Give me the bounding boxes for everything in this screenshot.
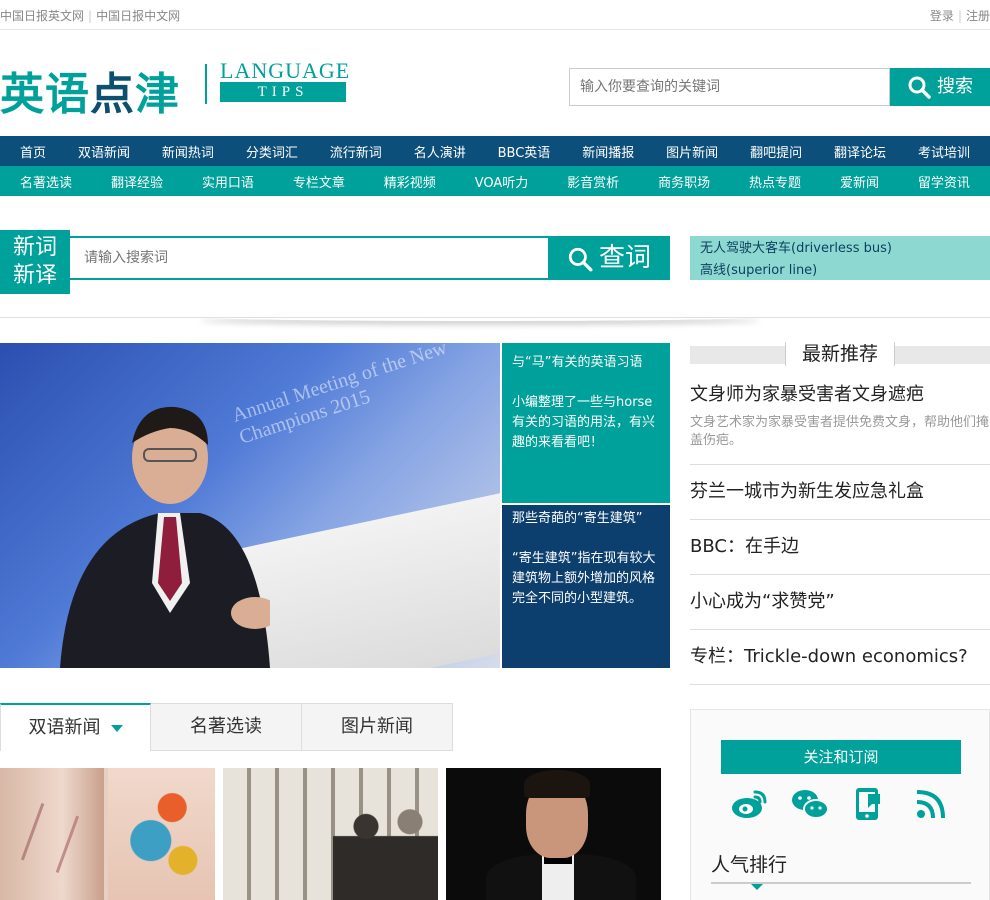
hero-image[interactable]: Annual Meeting of the New Champions 2015 [0, 343, 500, 668]
list-item: BBC：在手边 [690, 520, 990, 575]
primary-nav-item[interactable]: 翻译论坛 [834, 142, 886, 161]
secondary-nav-item[interactable]: 商务职场 [658, 172, 710, 191]
link-chinadaily-cn[interactable]: 中国日报中文网 [96, 9, 180, 23]
secondary-nav-item[interactable]: 专栏文章 [293, 172, 345, 191]
recommend-list: 文身师为家暴受害者文身遮疤 文身艺术家为家暴受害者提供免费文身，帮助他们掩盖伤疤… [690, 378, 990, 685]
rank-underline [711, 882, 971, 890]
feature-card-horse-idioms[interactable]: 与“马”有关的英语习语 小编整理了一些与horse有关的习语的用法，有兴趣的来看… [502, 343, 670, 503]
new-words-tag: 新词 新译 [0, 230, 70, 294]
chevron-down-icon [110, 724, 123, 732]
list-item: 芬兰一城市为新生发应急礼盒 [690, 465, 990, 520]
thumbnail-gallery[interactable] [223, 768, 438, 900]
recommend-link[interactable]: 小心成为“求赞党” [690, 591, 835, 612]
recommend-link[interactable]: 芬兰一城市为新生发应急礼盒 [690, 481, 924, 502]
hot-new-words: 无人驾驶大客车(driverless bus) 高线(superior line… [690, 236, 990, 280]
rss-icon[interactable] [911, 784, 951, 824]
feature-card-parasitic-architecture[interactable]: 那些奇葩的“寄生建筑” “寄生建筑”指在现有较大建筑物上额外增加的风格完全不同的… [502, 505, 670, 668]
hot-word-link[interactable]: 无人驾驶大客车(driverless bus) [700, 241, 892, 256]
primary-nav-item[interactable]: BBC英语 [498, 142, 551, 161]
search-icon [908, 76, 931, 99]
primary-nav: 首页 双语新闻 新闻热词 分类词汇 流行新词 名人演讲 BBC英语 新闻播报 图片新闻 翻吧提问 翻… [0, 136, 990, 166]
primary-nav-item[interactable]: 首页 [20, 142, 46, 161]
logo-divider [205, 64, 207, 104]
follow-subscribe-box: 关注和订阅 人气排行 [690, 709, 990, 900]
new-words-search: 查词 [70, 236, 670, 280]
primary-nav-item[interactable]: 分类词汇 [246, 142, 298, 161]
recommend-header: 最新推荐 [690, 342, 990, 366]
primary-nav-item[interactable]: 翻吧提问 [750, 142, 802, 161]
link-chinadaily-en[interactable]: 中国日报英文网 [0, 9, 84, 23]
secondary-nav-item[interactable]: 实用口语 [202, 172, 254, 191]
header-search-input[interactable] [569, 68, 890, 106]
recommend-title: 最新推荐 [785, 342, 895, 366]
secondary-nav-item[interactable]: VOA听力 [475, 172, 529, 191]
search-icon [568, 247, 593, 271]
secondary-nav-item[interactable]: 翻译经验 [111, 172, 163, 191]
primary-nav-item[interactable]: 流行新词 [330, 142, 382, 161]
list-item: 文身师为家暴受害者文身遮疤 文身艺术家为家暴受害者提供免费文身，帮助他们掩盖伤疤… [690, 378, 990, 465]
tab-classics-reading[interactable]: 名著选读 [151, 703, 302, 751]
primary-nav-item[interactable]: 图片新闻 [666, 142, 718, 161]
section-divider [0, 317, 990, 318]
card-title: 与“马”有关的英语习语 [512, 355, 643, 370]
secondary-nav-item[interactable]: 热点专题 [749, 172, 801, 191]
secondary-nav-item[interactable]: 留学资讯 [918, 172, 970, 191]
tab-photo-news[interactable]: 图片新闻 [302, 703, 453, 751]
social-icons [729, 784, 951, 824]
logo-en-line2: TIPS [220, 82, 346, 102]
thumbnail-bond[interactable] [446, 768, 661, 900]
primary-nav-item[interactable]: 新闻热词 [162, 142, 214, 161]
hot-word-link[interactable]: 高线(superior line) [700, 263, 817, 278]
content-tabs: 双语新闻 名著选读 图片新闻 [0, 703, 454, 751]
primary-nav-item[interactable]: 新闻播报 [582, 142, 634, 161]
recommend-link[interactable]: BBC：在手边 [690, 536, 799, 557]
list-item: 专栏：Trickle-down economics? [690, 630, 990, 685]
speaker-figure [60, 406, 270, 668]
logo-en-line1: LANGUAGE [220, 58, 351, 83]
recommend-lead-desc: 文身艺术家为家暴受害者提供免费文身，帮助他们掩盖伤疤。 [690, 415, 990, 448]
login-link[interactable]: 登录 [930, 9, 954, 23]
popularity-rank-title: 人气排行 [711, 854, 788, 876]
mobile-icon[interactable] [850, 784, 890, 824]
new-words-input[interactable] [70, 238, 548, 278]
list-item: 小心成为“求赞党” [690, 575, 990, 630]
card-description: “寄生建筑”指在现有较大建筑物上额外增加的风格完全不同的小型建筑。 [512, 551, 656, 606]
secondary-nav-item[interactable]: 精彩视频 [384, 172, 436, 191]
top-bar: 中国日报英文网 | 中国日报中文网 登录 | 注册 [0, 0, 990, 30]
logo-cn: 英语点津 [0, 69, 180, 120]
secondary-nav: 名著选读 翻译经验 实用口语 专栏文章 精彩视频 VOA听力 影音赏析 商务职场 热点专题 爱新闻… [0, 166, 990, 196]
card-title: 那些奇葩的“寄生建筑” [512, 511, 643, 526]
header-search-button[interactable]: 搜索 [890, 68, 990, 106]
primary-nav-item[interactable]: 考试培训 [918, 142, 970, 161]
account-links: 登录 | 注册 [929, 9, 990, 23]
follow-subscribe-button[interactable]: 关注和订阅 [721, 740, 961, 774]
recommend-lead-title[interactable]: 文身师为家暴受害者文身遮疤 [690, 384, 924, 405]
recommend-link[interactable]: 专栏：Trickle-down economics? [690, 646, 968, 667]
register-link[interactable]: 注册 [966, 9, 990, 23]
site-logo[interactable]: 英语点津 LANGUAGE TIPS [0, 52, 351, 120]
primary-nav-item[interactable]: 名人演讲 [414, 142, 466, 161]
banner-text: Annual Meeting of the New Champions 2015 [229, 343, 450, 449]
thumbnail-tattoo[interactable] [0, 768, 215, 900]
primary-nav-item[interactable]: 双语新闻 [78, 142, 130, 161]
secondary-nav-item[interactable]: 名著选读 [20, 172, 72, 191]
site-links: 中国日报英文网 | 中国日报中文网 [0, 9, 181, 23]
secondary-nav-item[interactable]: 爱新闻 [840, 172, 879, 191]
tab-bilingual-news[interactable]: 双语新闻 [0, 703, 151, 751]
card-description: 小编整理了一些与horse有关的习语的用法，有兴趣的来看看吧！ [512, 395, 656, 450]
header-search: 搜索 [569, 68, 990, 106]
wechat-icon[interactable] [790, 784, 830, 824]
secondary-nav-item[interactable]: 影音赏析 [567, 172, 619, 191]
weibo-icon[interactable] [729, 784, 769, 824]
lookup-button[interactable]: 查词 [548, 238, 670, 278]
